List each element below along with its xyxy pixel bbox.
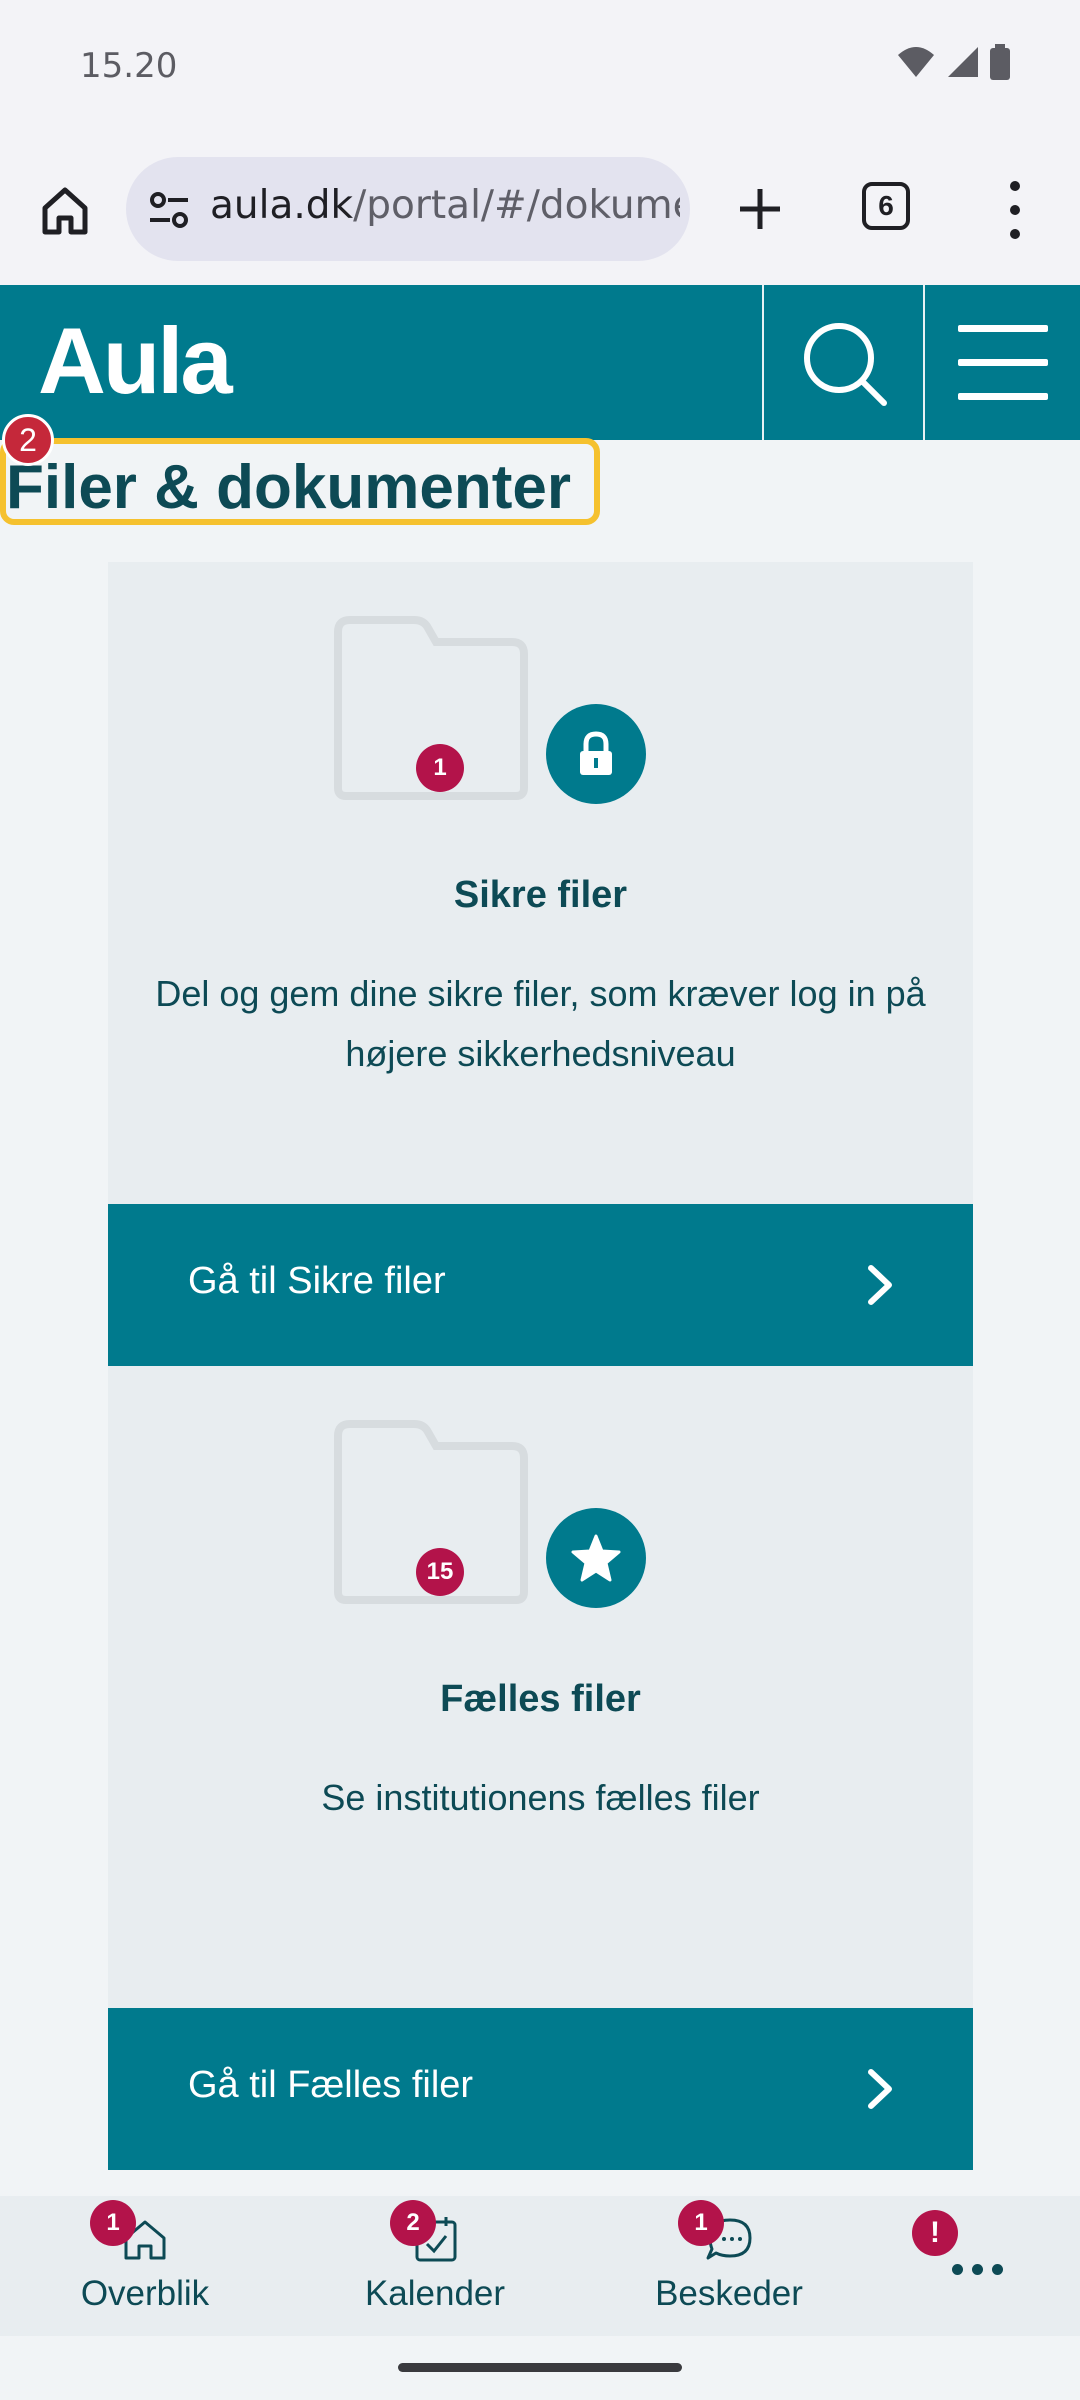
nav-badge: 2 — [390, 2200, 436, 2246]
home-button[interactable] — [30, 175, 100, 245]
menu-dot — [1010, 205, 1020, 215]
goto-secure-files-button[interactable]: Gå til Sikre filer — [108, 1204, 973, 1366]
card-shared-files: 15 Fælles filer Se institutionens fælles… — [108, 1366, 973, 2008]
nav-item-beskeder[interactable]: 1 Beskeder — [624, 2196, 834, 2336]
site-settings-icon[interactable] — [146, 187, 192, 233]
folder-graphic: 15 — [334, 1416, 678, 1616]
card-secure-files: 1 Sikre filer Del og gem dine sikre file… — [108, 562, 973, 1204]
aula-logo[interactable]: Aula — [38, 307, 233, 415]
hamburger-line — [958, 393, 1048, 400]
bottom-navigation: 1 Overblik 2 Kalender 1 Beskeder ! — [0, 2196, 1080, 2336]
browser-menu-button[interactable] — [990, 175, 1040, 245]
hamburger-line — [958, 325, 1048, 332]
star-badge — [546, 1508, 646, 1608]
nav-item-kalender[interactable]: 2 Kalender — [330, 2196, 540, 2336]
nav-item-more[interactable]: ! — [900, 2196, 1050, 2336]
wifi-icon — [898, 47, 934, 77]
button-label: Gå til Sikre filer — [188, 1260, 446, 1302]
lock-badge — [546, 704, 646, 804]
chevron-right-icon — [868, 2069, 892, 2109]
nav-badge: ! — [912, 2210, 958, 2256]
nav-label: Kalender — [364, 2274, 506, 2313]
url-text[interactable]: aula.dk/portal/#/dokume — [210, 183, 680, 228]
gesture-bar[interactable] — [398, 2363, 682, 2372]
card-title: Sikre filer — [453, 874, 628, 916]
hamburger-menu-button[interactable] — [926, 285, 1080, 440]
folder-graphic: 1 — [334, 612, 678, 812]
star-icon — [571, 1534, 621, 1582]
status-time: 15.20 — [80, 46, 178, 86]
page-title-box: Filer & dokumenter — [0, 438, 600, 525]
button-label: Gå til Fælles filer — [188, 2064, 474, 2106]
signal-icon — [948, 47, 978, 77]
url-path: /portal/#/dokume — [353, 183, 680, 228]
nav-label: Beskeder — [655, 2274, 803, 2313]
card-title: Fælles filer — [440, 1678, 641, 1720]
app-header: Aula — [0, 285, 1080, 440]
address-bar[interactable]: aula.dk/portal/#/dokume — [126, 157, 690, 261]
nav-badge: 1 — [90, 2200, 136, 2246]
secure-files-count-badge: 1 — [416, 744, 464, 792]
chevron-right-icon — [868, 1265, 892, 1305]
nav-item-overblik[interactable]: 1 Overblik — [40, 2196, 250, 2336]
title-badge: 2 — [2, 414, 54, 466]
status-icons — [896, 44, 1010, 80]
home-icon — [42, 187, 88, 235]
card-description: Se institutionens fælles filer — [321, 1777, 760, 1818]
header-divider — [923, 285, 925, 440]
plus-icon — [740, 189, 780, 229]
nav-label: Overblik — [80, 2274, 210, 2313]
nav-badge: 1 — [678, 2200, 724, 2246]
menu-dot — [1010, 229, 1020, 239]
menu-dot — [1010, 181, 1020, 191]
header-divider — [762, 285, 764, 440]
status-bar: 15.20 — [0, 0, 1080, 135]
shared-files-count-badge: 15 — [416, 1548, 464, 1596]
page-title: Filer & dokumenter — [6, 453, 571, 522]
battery-icon — [990, 44, 1010, 80]
card-description: Del og gem dine sikre filer, som kræver … — [155, 973, 926, 1074]
browser-toolbar: aula.dk/portal/#/dokume 6 — [0, 135, 1080, 285]
tab-switcher-button[interactable]: 6 — [862, 182, 910, 230]
more-icon — [952, 2264, 1003, 2275]
goto-shared-files-button[interactable]: Gå til Fælles filer — [108, 2008, 973, 2170]
search-button[interactable] — [765, 285, 923, 440]
lock-icon — [580, 731, 612, 775]
search-icon — [804, 322, 887, 406]
url-host: aula.dk — [210, 183, 354, 228]
new-tab-button[interactable] — [722, 171, 798, 247]
hamburger-line — [958, 359, 1048, 366]
